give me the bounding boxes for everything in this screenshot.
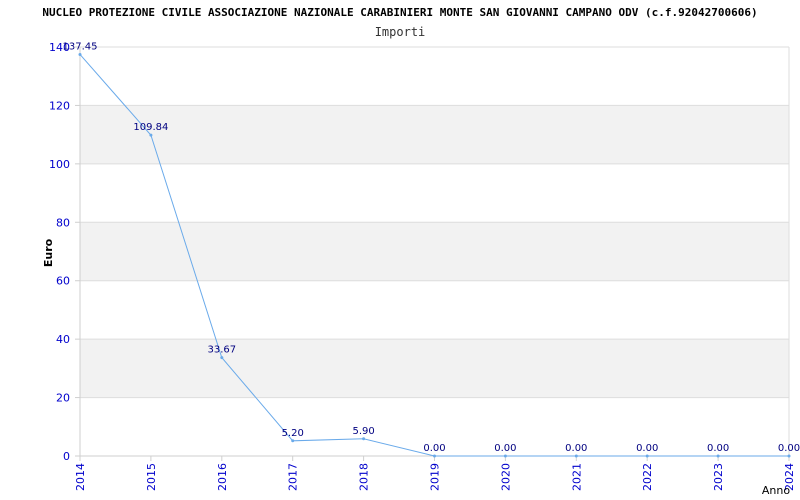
data-label: 0.00 [636,443,658,454]
data-label: 137.45 [63,41,98,52]
data-point [574,454,578,458]
x-tick-label: 2022 [641,463,654,491]
data-label: 5.90 [352,426,374,437]
data-label: 5.20 [282,428,304,439]
x-tick-label: 2018 [358,463,371,491]
data-label: 0.00 [707,443,729,454]
x-tick-label: 2014 [74,463,87,491]
data-label: 0.00 [565,443,587,454]
x-tick-label: 2023 [712,463,725,491]
data-point [787,454,791,458]
line-chart: 020406080100120140 2014 2015 2016 2017 2018 2… [42,41,800,497]
data-point [149,133,153,137]
grid-band [80,280,789,340]
x-tick-label: 2016 [216,463,229,491]
y-tick-label: 100 [49,158,70,171]
data-label: 33.67 [207,345,236,356]
x-tick-label: 2019 [429,463,442,491]
y-tick-label: 20 [56,392,70,405]
data-point [78,52,82,56]
y-tick-label: 0 [63,450,70,463]
x-tick-labels: 2014 2015 2016 2017 2018 2019 2020 2021 2022 2023… [74,463,796,491]
data-point [362,437,366,441]
data-point [716,454,720,458]
grid-bands [80,47,789,456]
y-tick-label: 120 [49,99,70,112]
data-point [433,454,436,458]
x-axis-label: Anno [762,484,790,497]
x-tick-label: 2021 [570,463,583,491]
data-point [645,454,649,458]
data-point [503,454,507,458]
data-point [291,439,295,443]
grid-band [80,222,789,281]
data-point [220,356,224,360]
y-tick-label: 60 [56,275,70,288]
grid-band [80,163,789,223]
data-label: 0.00 [778,443,800,454]
y-axis-label: Euro [42,238,55,267]
grid-band [80,339,789,398]
y-tick-label: 40 [56,333,70,346]
x-tick-label: 2015 [145,463,158,491]
y-tick-label: 80 [56,216,70,229]
grid-band [80,105,789,164]
x-tick-label: 2020 [499,463,512,491]
data-label: 0.00 [423,443,445,454]
data-label: 109.84 [133,122,168,133]
x-tick-label: 2017 [287,463,300,491]
data-label: 0.00 [494,443,516,454]
grid-band [80,47,789,106]
